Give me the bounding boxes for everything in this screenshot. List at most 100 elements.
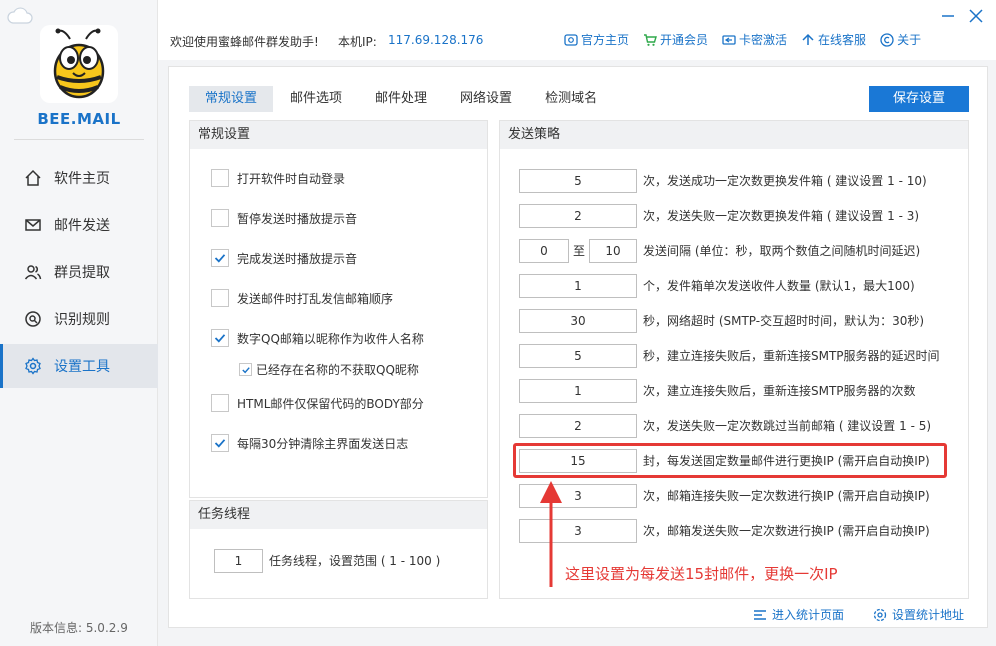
option-auto-login[interactable]: 打开软件时自动登录 <box>211 169 345 187</box>
users-icon <box>24 265 42 280</box>
network-timeout-label: 秒，网络超时 (SMTP-交互超时时间，默认为：30秒) <box>643 314 925 328</box>
success-switch-count-input[interactable]: 5 <box>519 169 637 193</box>
checkbox-checked[interactable] <box>239 363 252 376</box>
minimize-icon[interactable] <box>938 6 958 26</box>
thread-count-input[interactable]: 1 <box>214 549 263 573</box>
ip-switch-send-fail-label: 次，邮箱发送失败一定次数进行换IP (需开启自动换IP) <box>643 524 930 538</box>
check-icon <box>214 334 226 343</box>
network-timeout-input[interactable]: 30 <box>519 309 637 333</box>
sidebar-item-extract-members[interactable]: 群员提取 <box>0 250 158 294</box>
check-icon <box>214 439 226 448</box>
annotation-arrow <box>540 481 562 587</box>
option-complete-sound[interactable]: 完成发送时播放提示音 <box>211 249 357 267</box>
website-icon <box>564 33 578 46</box>
checkbox[interactable] <box>211 394 229 412</box>
sidebar-item-label: 识别规则 <box>54 312 110 328</box>
link-label: 进入统计页面 <box>772 608 845 622</box>
option-label: 每隔30分钟清除主界面发送日志 <box>237 436 409 451</box>
skip-mailbox-count-label: 次，发送失败一定次数跳过当前邮箱 ( 建议设置 1 - 5) <box>643 419 932 433</box>
search-icon <box>25 311 41 327</box>
interval-min-input[interactable]: 0 <box>519 239 569 263</box>
sidebar-divider <box>14 139 144 140</box>
reconnect-count-input[interactable]: 1 <box>519 379 637 403</box>
option-label: 数字QQ邮箱以昵称作为收件人名称 <box>237 331 424 346</box>
link-official-site[interactable]: 官方主页 <box>564 31 629 48</box>
thread-count-label: 任务线程，设置范围 ( 1 - 100 ) <box>269 554 441 568</box>
mail-icon <box>25 219 41 231</box>
interval-max-input[interactable]: 10 <box>589 239 637 263</box>
check-icon <box>214 254 226 263</box>
ip-value: 117.69.128.176 <box>388 33 484 47</box>
link-label: 开通会员 <box>660 33 709 47</box>
link-label: 官方主页 <box>581 33 630 47</box>
sidebar-item-home[interactable]: 软件主页 <box>0 156 158 200</box>
top-links: 官方主页 开通会员 卡密激活 在线客服 关于 <box>564 31 935 48</box>
bee-logo-icon <box>53 28 105 99</box>
link-label: 在线客服 <box>818 33 867 47</box>
option-qq-nickname[interactable]: 数字QQ邮箱以昵称作为收件人名称 <box>211 329 424 347</box>
version-info: 版本信息: 5.0.2.9 <box>30 621 128 635</box>
reconnect-delay-input[interactable]: 5 <box>519 344 637 368</box>
checkbox-checked[interactable] <box>211 329 229 347</box>
ip-switch-mail-count-input[interactable]: 15 <box>519 449 637 473</box>
sidebar-item-send-mail[interactable]: 邮件发送 <box>0 203 158 247</box>
cart-icon <box>644 33 657 46</box>
tab-check-domain[interactable]: 检测域名 <box>529 86 613 112</box>
success-switch-count-label: 次，发送成功一定次数更换发件箱 ( 建议设置 1 - 10) <box>643 174 927 188</box>
fail-switch-count-input[interactable]: 2 <box>519 204 637 228</box>
tab-mail-processing[interactable]: 邮件处理 <box>359 86 443 112</box>
ip-switch-mail-count-label: 封，每发送固定数量邮件进行更换IP (需开启自动换IP) <box>643 454 930 468</box>
sidebar-nav: 软件主页 邮件发送 群员提取 识别规则 设置工具 <box>0 156 158 391</box>
box-title: 任务线程 <box>190 501 487 529</box>
option-pause-sound[interactable]: 暂停发送时播放提示音 <box>211 209 357 227</box>
tab-mail-options[interactable]: 邮件选项 <box>274 86 358 112</box>
welcome-text: 欢迎使用蜜蜂邮件群发助手! <box>170 35 319 49</box>
checkbox-checked[interactable] <box>211 434 229 452</box>
tab-network[interactable]: 网络设置 <box>444 86 528 112</box>
option-shuffle-senders[interactable]: 发送邮件时打乱发信邮箱顺序 <box>211 289 393 307</box>
reconnect-count-label: 次，建立连接失败后，重新连接SMTP服务器的次数 <box>643 384 916 398</box>
link-label: 关于 <box>897 33 922 47</box>
card-icon <box>722 34 736 45</box>
brand-name: BEE.MAIL <box>37 110 121 128</box>
option-clear-log[interactable]: 每隔30分钟清除主界面发送日志 <box>211 434 408 452</box>
save-button[interactable]: 保存设置 <box>869 86 969 112</box>
recipients-per-send-label: 个，发件箱单次发送收件人数量 (默认1，最大100) <box>643 279 915 293</box>
skip-mailbox-count-input[interactable]: 2 <box>519 414 637 438</box>
gear-icon <box>25 357 41 375</box>
option-label: 已经存在名称的不获取QQ昵称 <box>256 363 419 377</box>
service-icon <box>802 33 814 45</box>
sidebar-item-label: 设置工具 <box>54 359 110 375</box>
option-label: 打开软件时自动登录 <box>237 171 346 186</box>
stats-address-link[interactable]: 设置统计地址 <box>873 606 964 623</box>
checkbox[interactable] <box>211 289 229 307</box>
cloud-icon <box>7 7 33 24</box>
option-label: HTML邮件仅保留代码的BODY部分 <box>237 396 424 411</box>
recipients-per-send-input[interactable]: 1 <box>519 274 637 298</box>
link-label: 卡密激活 <box>739 33 788 47</box>
ip-label: 本机IP: <box>338 35 377 49</box>
copyright-icon <box>880 32 894 47</box>
link-card-activation[interactable]: 卡密激活 <box>722 31 787 48</box>
box-title: 常规设置 <box>190 121 487 149</box>
checkbox-checked[interactable] <box>211 249 229 267</box>
stats-page-link[interactable]: 进入统计页面 <box>753 606 844 623</box>
option-skip-existing-nickname[interactable]: 已经存在名称的不获取QQ昵称 <box>239 361 419 378</box>
close-icon[interactable] <box>966 6 986 26</box>
link-about[interactable]: 关于 <box>880 31 921 48</box>
sidebar-item-label: 群员提取 <box>54 265 110 281</box>
link-membership[interactable]: 开通会员 <box>643 31 708 48</box>
settings-panel: 常规设置 邮件选项 邮件处理 网络设置 检测域名 保存设置 常规设置 打开软件时… <box>168 66 988 628</box>
sidebar-item-settings[interactable]: 设置工具 <box>0 344 158 388</box>
checkbox[interactable] <box>211 169 229 187</box>
option-html-body-only[interactable]: HTML邮件仅保留代码的BODY部分 <box>211 394 424 412</box>
sidebar-item-rules[interactable]: 识别规则 <box>0 297 158 341</box>
checkbox[interactable] <box>211 209 229 227</box>
tab-general[interactable]: 常规设置 <box>189 86 274 112</box>
annotation-text: 这里设置为每发送15封邮件，更换一次IP <box>565 565 838 583</box>
check-icon <box>241 366 250 373</box>
link-label: 设置统计地址 <box>892 608 965 622</box>
link-online-service[interactable]: 在线客服 <box>801 31 866 48</box>
option-label: 完成发送时播放提示音 <box>237 251 358 266</box>
fail-switch-count-label: 次，发送失败一定次数更换发件箱 ( 建议设置 1 - 3) <box>643 209 920 223</box>
